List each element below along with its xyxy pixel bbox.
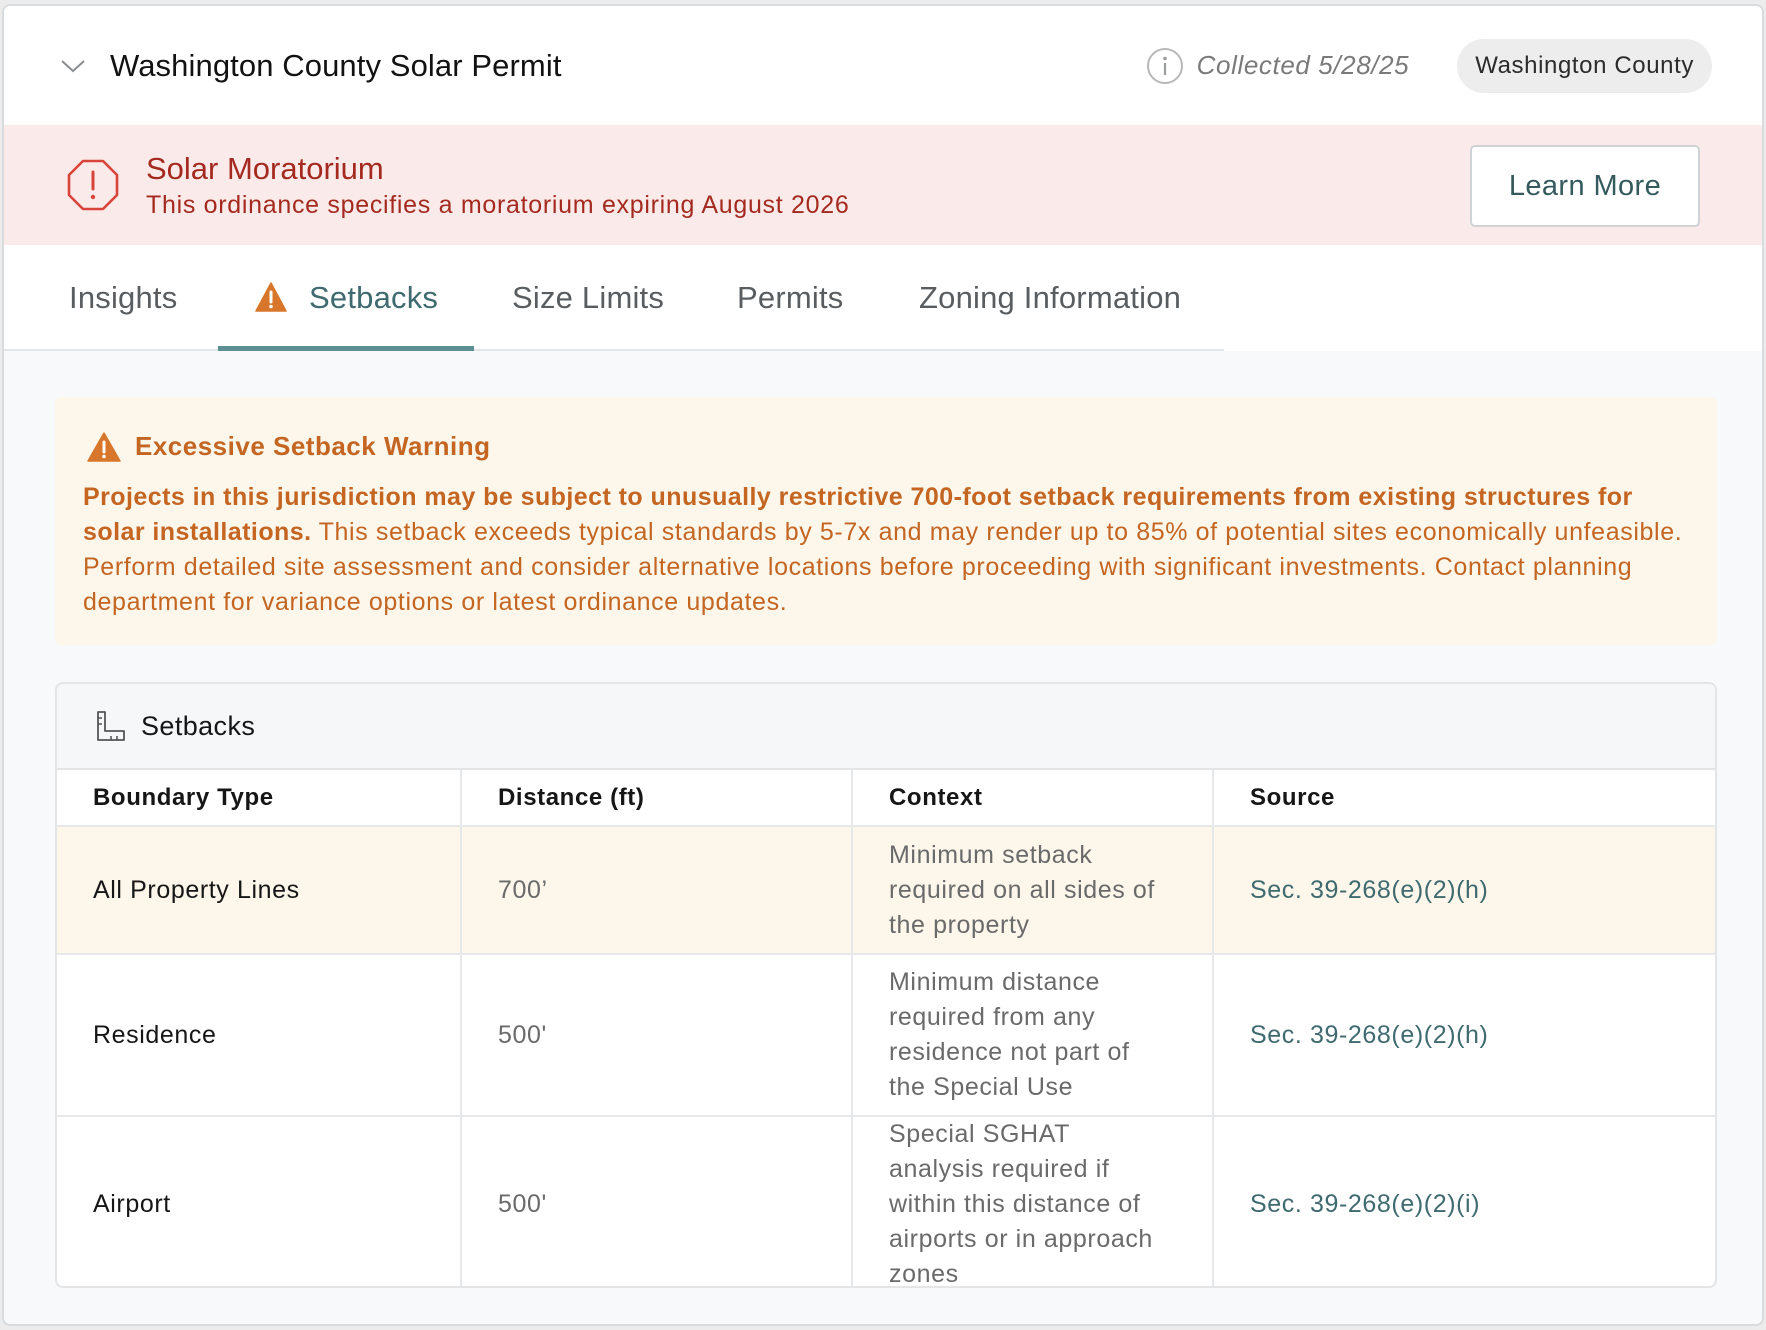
warning-icon	[255, 282, 287, 312]
context-cell: Minimum distance required from any resid…	[852, 954, 1214, 1117]
source-link[interactable]: Sec. 39-268(e)(2)(h)	[1213, 826, 1715, 955]
tab-insights[interactable]: Insights	[69, 245, 177, 351]
warning-body-text: This setback exceeds typical standards b…	[83, 518, 1683, 616]
county-badge: Washington County	[1457, 38, 1712, 93]
setbacks-card: Setbacks Boundary Type Distance (ft) Con…	[55, 682, 1717, 1288]
learn-more-button[interactable]: Learn More	[1470, 145, 1700, 227]
boundary-type-cell: Residence	[57, 954, 462, 1117]
setbacks-card-header: Setbacks	[57, 684, 1715, 770]
setback-warning: Excessive Setback Warning Projects in th…	[55, 397, 1717, 645]
card-header: Washington County Solar Permit Collected…	[4, 6, 1762, 125]
context-cell: Special SGHAT analysis required if withi…	[852, 1116, 1214, 1286]
distance-cell: 500'	[461, 1116, 853, 1286]
tab-label: Insights	[69, 280, 178, 315]
info-icon[interactable]	[1145, 46, 1185, 86]
column-header-distance: Distance (ft)	[461, 770, 853, 827]
boundary-type-cell: All Property Lines	[57, 826, 462, 955]
collected-date: Collected 5/28/25	[1145, 46, 1410, 86]
active-tab-indicator	[218, 346, 474, 351]
distance-cell: 500'	[461, 954, 853, 1117]
tab-setbacks[interactable]: Setbacks	[255, 245, 438, 351]
table-row: All Property Lines 700’ Minimum setback …	[57, 826, 1715, 955]
table-row: Airport 500' Special SGHAT analysis requ…	[57, 1116, 1715, 1286]
permit-card: Washington County Solar Permit Collected…	[2, 4, 1764, 1326]
column-header-boundary-type: Boundary Type	[57, 770, 462, 827]
warning-icon	[87, 431, 121, 462]
distance-cell: 700’	[461, 826, 853, 955]
chevron-down-icon[interactable]	[58, 51, 88, 81]
tab-permits[interactable]: Permits	[737, 245, 843, 351]
warning-body: Projects in this jurisdiction may be sub…	[83, 480, 1689, 620]
page-title: Washington County Solar Permit	[110, 47, 562, 83]
column-header-source: Source	[1213, 770, 1715, 827]
tab-label: Zoning Information	[919, 280, 1182, 315]
ruler-icon	[97, 711, 125, 741]
tab-label: Permits	[737, 280, 844, 315]
moratorium-banner: Solar Moratorium This ordinance specifie…	[4, 125, 1762, 245]
tab-size-limits[interactable]: Size Limits	[512, 245, 664, 351]
boundary-type-cell: Airport	[57, 1116, 462, 1286]
setbacks-title: Setbacks	[141, 710, 256, 741]
collected-text: Collected 5/28/25	[1196, 50, 1410, 80]
alert-octagon-icon	[67, 159, 119, 211]
warning-title: Excessive Setback Warning	[135, 431, 491, 461]
source-link[interactable]: Sec. 39-268(e)(2)(i)	[1213, 1116, 1715, 1286]
column-header-context: Context	[852, 770, 1214, 827]
context-cell: Minimum setback required on all sides of…	[852, 826, 1214, 955]
moratorium-message: This ordinance specifies a moratorium ex…	[146, 190, 850, 219]
tab-zoning-information[interactable]: Zoning Information	[919, 245, 1181, 351]
tab-bar: Insights Setbacks Size Limits Permits Zo…	[4, 245, 1762, 351]
tab-label: Setbacks	[309, 280, 439, 315]
table-row: Residence 500' Minimum distance required…	[57, 954, 1715, 1117]
source-link[interactable]: Sec. 39-268(e)(2)(h)	[1213, 954, 1715, 1117]
setbacks-table: Boundary Type Distance (ft) Context Sour…	[57, 770, 1715, 1286]
tab-label: Size Limits	[512, 280, 665, 315]
moratorium-title: Solar Moratorium	[146, 150, 384, 186]
